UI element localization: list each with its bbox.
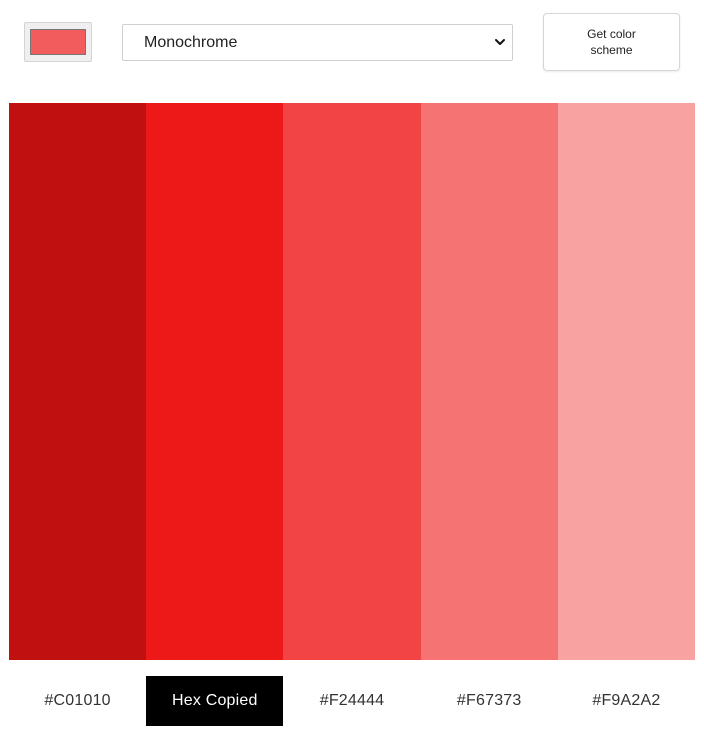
- palette-column: Hex Copied: [146, 103, 284, 726]
- hex-label[interactable]: #F24444: [283, 676, 420, 726]
- palette-column: #F9A2A2: [557, 103, 696, 726]
- color-stripe[interactable]: [420, 103, 558, 660]
- scheme-mode-value: Monochrome: [144, 34, 238, 51]
- color-stripe[interactable]: [146, 103, 284, 660]
- get-color-scheme-button[interactable]: Get color scheme: [543, 13, 680, 71]
- toolbar: Monochrome Get color scheme: [0, 0, 704, 90]
- color-swatch: [30, 29, 86, 55]
- color-stripe[interactable]: [283, 103, 421, 660]
- chevron-down-icon: [495, 39, 505, 45]
- color-stripe[interactable]: [9, 103, 147, 660]
- palette-column: #F24444: [283, 103, 421, 726]
- color-picker-input[interactable]: [24, 22, 92, 62]
- hex-label[interactable]: #F67373: [421, 676, 558, 726]
- palette-column: #F67373: [420, 103, 558, 726]
- hex-label[interactable]: Hex Copied: [146, 676, 284, 726]
- palette-column: #C01010: [9, 103, 147, 726]
- hex-label[interactable]: #F9A2A2: [558, 676, 695, 726]
- hex-label[interactable]: #C01010: [9, 676, 146, 726]
- color-stripe[interactable]: [557, 103, 696, 660]
- color-palette: #C01010 Hex Copied #F24444 #F67373 #F9A2…: [9, 103, 696, 726]
- scheme-mode-select[interactable]: Monochrome: [122, 24, 513, 61]
